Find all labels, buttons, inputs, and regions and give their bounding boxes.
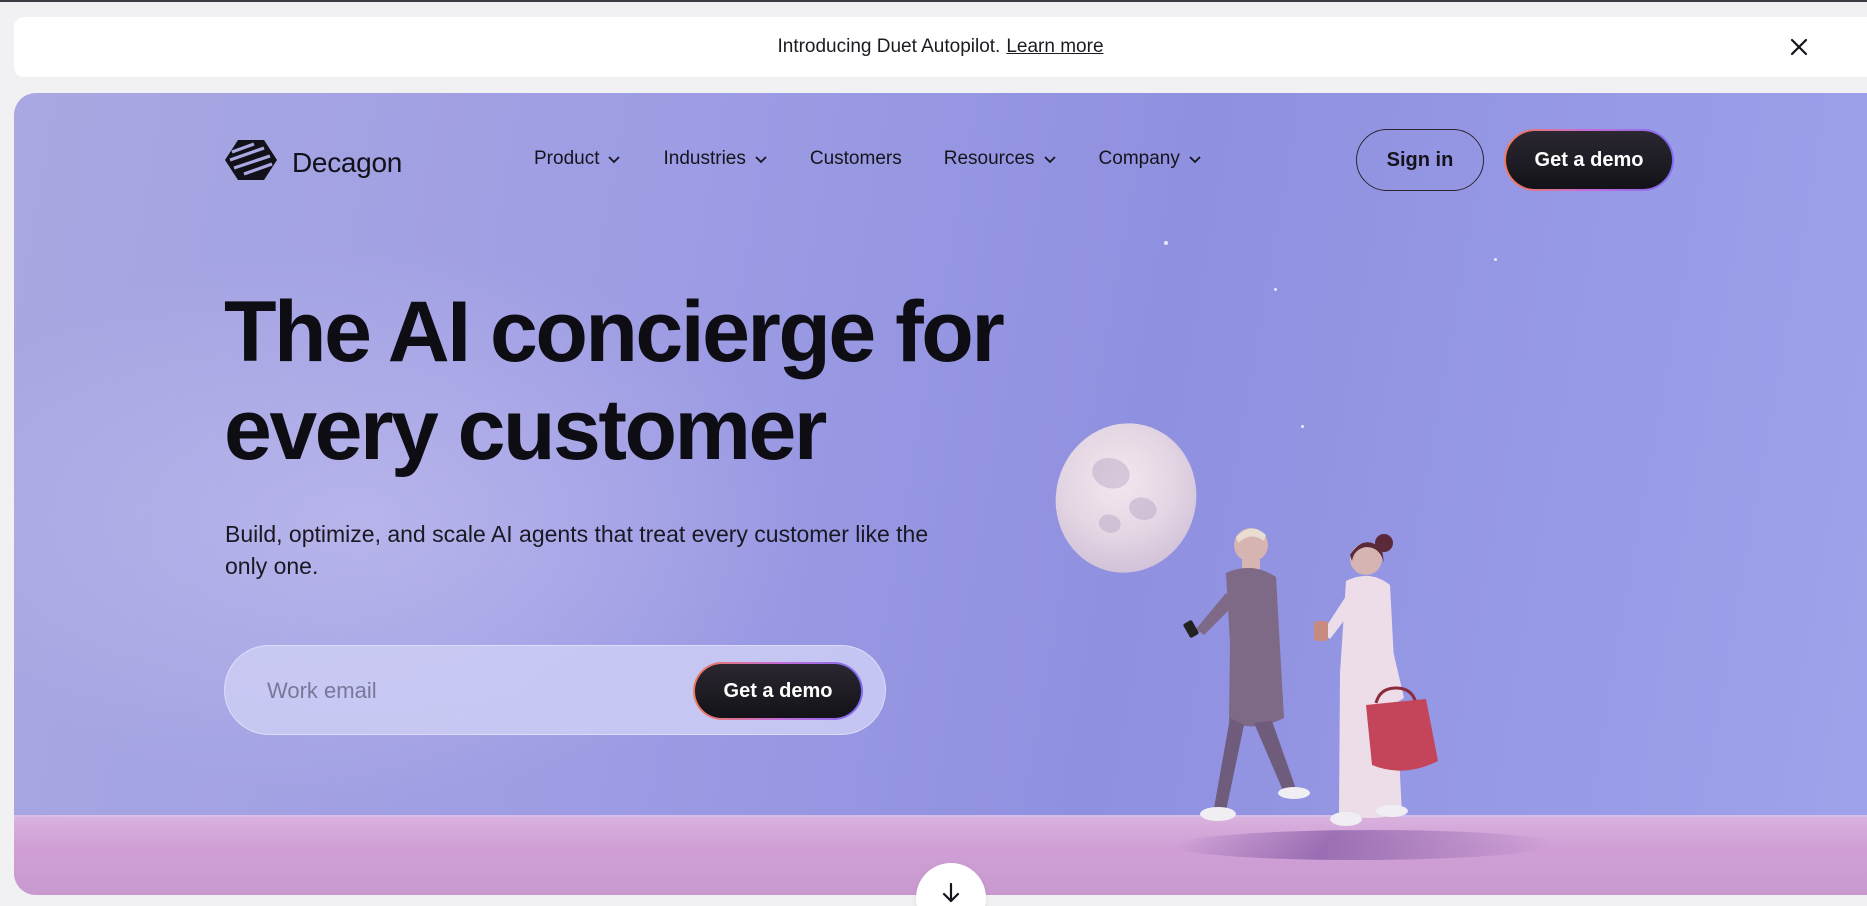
announcement-text: Introducing Duet Autopilot. (777, 36, 1001, 57)
hero-section: Decagon Product Industries Customers Res… (14, 93, 1867, 895)
star-decoration (1301, 425, 1304, 428)
learn-more-link[interactable]: Learn more (1006, 36, 1103, 58)
nav-item-company[interactable]: Company (1099, 148, 1202, 170)
nav-item-customers[interactable]: Customers (810, 148, 902, 170)
form-get-demo-button[interactable]: Get a demo (693, 662, 863, 720)
nav-item-industries[interactable]: Industries (663, 148, 767, 170)
walking-couple-illustration (1183, 528, 1438, 826)
nav-item-label: Industries (663, 148, 746, 169)
chevron-down-icon (1189, 156, 1201, 164)
nav-item-label: Product (534, 148, 600, 169)
nav-item-label: Resources (943, 148, 1035, 169)
nav-item-label: Customers (809, 148, 902, 169)
email-signup-form: Get a demo (224, 645, 886, 735)
arrow-down-icon (939, 881, 963, 906)
star-decoration (1164, 241, 1168, 245)
chevron-down-icon (608, 156, 621, 164)
close-icon[interactable] (1787, 35, 1811, 59)
window-top-border (0, 0, 1867, 2)
work-email-input[interactable] (267, 672, 667, 710)
nav-item-product[interactable]: Product (534, 148, 621, 170)
chevron-down-icon (1043, 156, 1056, 164)
brand-logo[interactable]: Decagon (224, 138, 402, 187)
get-demo-button[interactable]: Get a demo (1504, 129, 1674, 191)
chevron-down-icon (755, 156, 767, 164)
man-figure (1183, 528, 1310, 821)
decagon-logo-icon (224, 138, 278, 187)
nav-item-label: Company (1098, 148, 1180, 169)
sign-in-button[interactable]: Sign in (1356, 129, 1484, 191)
nav-item-resources[interactable]: Resources (944, 148, 1057, 170)
hero-headline: The AI concierge for every customer (224, 284, 1005, 478)
star-decoration (1274, 288, 1277, 291)
woman-figure (1314, 534, 1438, 826)
hero-subtext: Build, optimize, and scale AI agents tha… (225, 521, 929, 579)
brand-name: Decagon (292, 146, 402, 178)
announcement-bar: Introducing Duet Autopilot. Learn more (14, 17, 1867, 77)
star-decoration (1494, 258, 1497, 261)
main-nav: Product Industries Customers Resources C… (534, 148, 1202, 170)
